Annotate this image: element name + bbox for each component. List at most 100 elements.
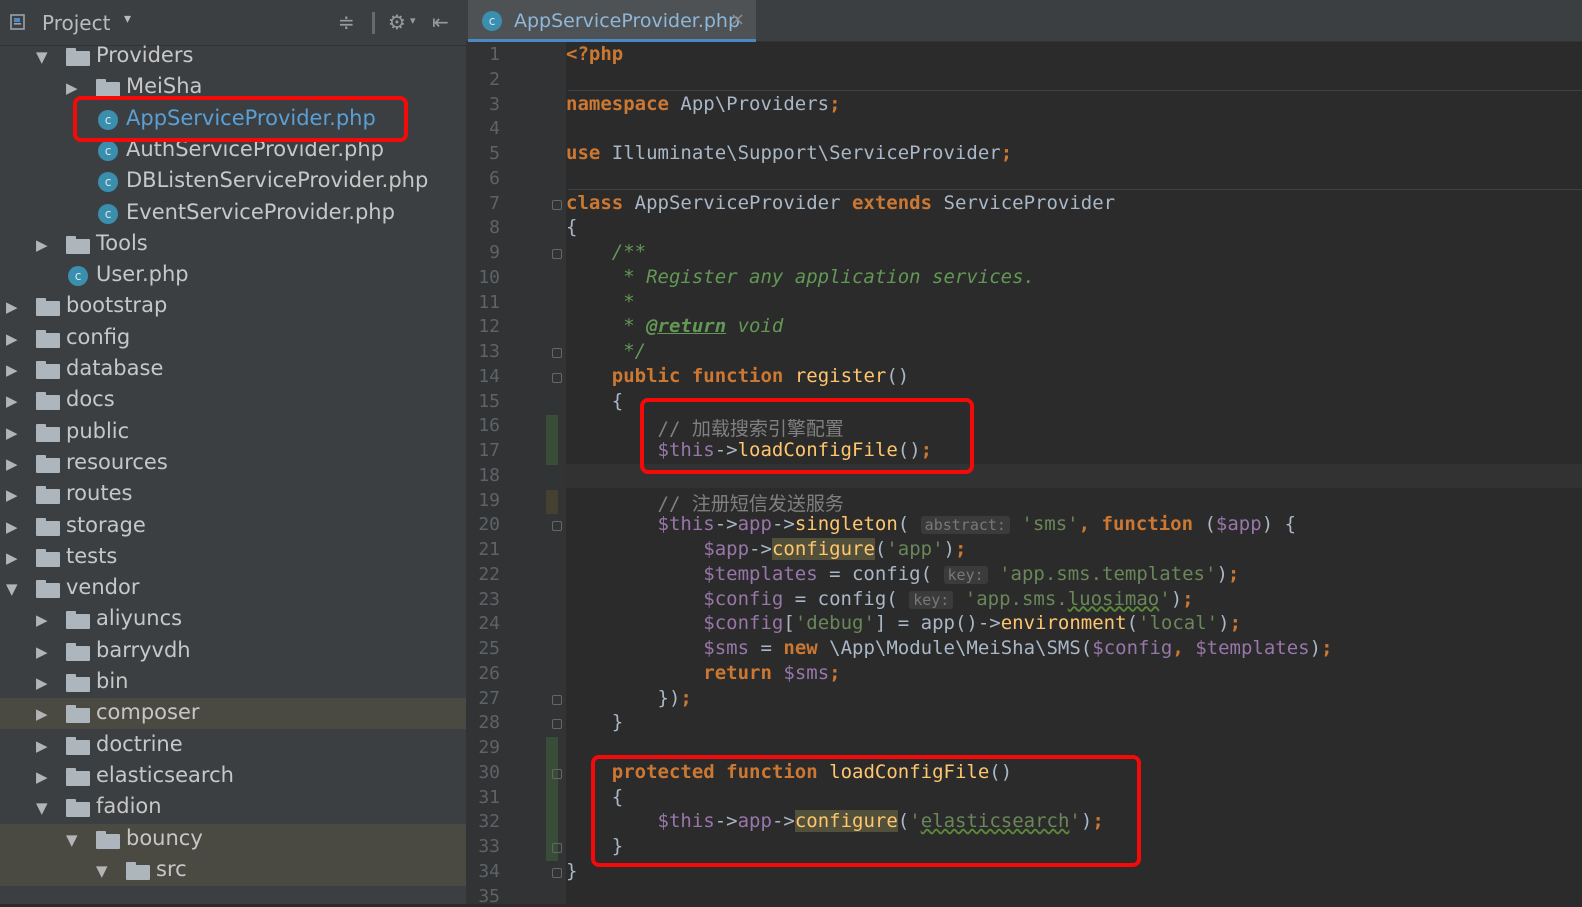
chevron-right-icon[interactable]: ▶: [36, 643, 48, 661]
chevron-right-icon[interactable]: ▶: [36, 236, 48, 254]
code-line[interactable]: $this->app->singleton( abstract: 'sms', …: [566, 513, 1297, 535]
chevron-down-icon[interactable]: ▼: [36, 799, 48, 817]
chevron-down-icon[interactable]: ▾: [410, 14, 416, 27]
code-line[interactable]: return $sms;: [566, 662, 840, 684]
code-line[interactable]: */: [566, 340, 646, 362]
tree-item[interactable]: ▼ vendor: [0, 573, 466, 604]
tree-item[interactable]: ▶ doctrine: [0, 730, 466, 761]
fold-marker-icon[interactable]: [552, 521, 562, 532]
fold-marker-icon[interactable]: [552, 199, 562, 210]
tree-item[interactable]: c User.php: [0, 260, 466, 291]
line-number: 10: [478, 266, 500, 288]
folder-icon: [36, 423, 60, 442]
fold-marker-icon[interactable]: [552, 719, 562, 730]
code-line[interactable]: $app->configure('app');: [566, 538, 966, 560]
chevron-down-icon[interactable]: ▼: [96, 862, 108, 880]
editor-tab-active[interactable]: c AppServiceProvider.php ×: [468, 0, 756, 42]
php-class-icon: c: [482, 11, 502, 31]
chevron-down-icon[interactable]: ▼: [66, 831, 78, 849]
tree-item-label: bouncy: [126, 825, 203, 850]
tree-item[interactable]: ▶ composer: [0, 698, 466, 730]
code-line[interactable]: *: [566, 291, 634, 313]
code-line[interactable]: <?php: [566, 43, 623, 65]
code-line[interactable]: {: [566, 216, 577, 238]
code-line[interactable]: $config = config( key: 'app.sms.luosimao…: [566, 588, 1193, 610]
chevron-down-icon[interactable]: ▾: [124, 11, 131, 27]
fold-marker-icon[interactable]: [552, 843, 562, 853]
code-line[interactable]: $templates = config( key: 'app.sms.templ…: [566, 563, 1239, 585]
tree-item[interactable]: ▼ Providers: [0, 41, 466, 72]
chevron-right-icon[interactable]: ▶: [6, 518, 18, 536]
code-line[interactable]: class AppServiceProvider extends Service…: [566, 192, 1115, 214]
chevron-right-icon[interactable]: ▶: [6, 486, 18, 504]
fold-marker-icon[interactable]: [552, 867, 562, 878]
chevron-right-icon[interactable]: ▶: [36, 768, 48, 786]
folder-icon: [36, 517, 60, 536]
tree-item[interactable]: ▶ storage: [0, 511, 466, 542]
code-line[interactable]: public function register(): [566, 365, 909, 387]
tree-item[interactable]: ▶ config: [0, 323, 466, 354]
line-number: 4: [489, 118, 500, 140]
fold-marker-icon[interactable]: [552, 249, 562, 259]
fold-marker-icon[interactable]: [552, 348, 562, 358]
code-line[interactable]: $config['debug'] = app()->environment('l…: [566, 612, 1241, 634]
tree-item[interactable]: ▼ bouncy: [0, 823, 466, 855]
hide-panel-icon[interactable]: ⇤: [432, 10, 449, 34]
chevron-right-icon[interactable]: ▶: [6, 361, 18, 379]
code-line[interactable]: use Illuminate\Support\ServiceProvider;: [566, 142, 1012, 164]
tree-item[interactable]: ▼ fadion: [0, 792, 466, 823]
tree-item[interactable]: ▶ elasticsearch: [0, 761, 466, 792]
chevron-down-icon[interactable]: ▼: [36, 48, 48, 66]
code-line[interactable]: * Register any application services.: [566, 266, 1035, 288]
tree-item[interactable]: ▶ docs: [0, 385, 466, 416]
fold-marker-icon[interactable]: [552, 768, 562, 779]
code-line[interactable]: * @return void: [566, 315, 783, 337]
fold-marker-icon[interactable]: [552, 694, 562, 705]
chevron-right-icon[interactable]: ▶: [6, 549, 18, 567]
chevron-right-icon[interactable]: ▶: [36, 674, 48, 692]
chevron-down-icon[interactable]: ▼: [6, 580, 18, 598]
code-line[interactable]: {: [566, 390, 623, 412]
tree-item[interactable]: ▶ Tools: [0, 229, 466, 260]
tree-item[interactable]: ▼ src: [0, 854, 466, 886]
code-line[interactable]: // 注册短信发送服务: [566, 489, 844, 516]
code-line[interactable]: }: [566, 860, 577, 882]
chevron-right-icon[interactable]: ▶: [66, 79, 78, 97]
chevron-right-icon[interactable]: ▶: [36, 705, 48, 723]
vcs-change-marker[interactable]: [546, 489, 558, 515]
tree-item[interactable]: ▶ routes: [0, 479, 466, 510]
code-line[interactable]: $sms = new \App\Module\MeiSha\SMS($confi…: [566, 637, 1332, 659]
editor-tabbar: c AppServiceProvider.php ×: [466, 0, 1582, 42]
chevron-right-icon[interactable]: ▶: [6, 330, 18, 348]
chevron-right-icon[interactable]: ▶: [6, 424, 18, 442]
project-panel-title[interactable]: Project: [42, 11, 110, 35]
chevron-right-icon[interactable]: ▶: [36, 737, 48, 755]
tree-item[interactable]: c DBListenServiceProvider.php: [0, 166, 466, 197]
tree-item[interactable]: ▶ bootstrap: [0, 291, 466, 322]
tree-item[interactable]: ▶ database: [0, 354, 466, 385]
line-number: 6: [489, 167, 500, 189]
vcs-change-marker[interactable]: [546, 415, 558, 465]
chevron-right-icon[interactable]: ▶: [6, 455, 18, 473]
code-line[interactable]: /**: [566, 241, 646, 263]
tree-item[interactable]: ▶ bin: [0, 667, 466, 698]
chevron-right-icon[interactable]: ▶: [36, 611, 48, 629]
folder-icon: [36, 361, 60, 379]
tree-item[interactable]: ▶ resources: [0, 448, 466, 479]
fold-marker-icon[interactable]: [552, 372, 562, 383]
chevron-right-icon[interactable]: ▶: [6, 392, 18, 410]
tree-item[interactable]: c EventServiceProvider.php: [0, 198, 466, 229]
chevron-right-icon[interactable]: ▶: [6, 298, 18, 316]
close-icon[interactable]: ×: [730, 9, 745, 30]
code-line[interactable]: }: [566, 711, 623, 733]
code-line[interactable]: namespace App\Providers;: [566, 93, 841, 115]
tree-item[interactable]: ▶ barryvdh: [0, 636, 466, 667]
tree-item[interactable]: ▶ tests: [0, 542, 466, 573]
line-number: 8: [489, 217, 500, 239]
tree-item[interactable]: ▶ aliyuncs: [0, 604, 466, 635]
folder-icon: [66, 705, 90, 724]
code-line[interactable]: });: [566, 687, 692, 709]
tree-item[interactable]: ▶ public: [0, 417, 466, 448]
gear-icon[interactable]: ⚙: [388, 10, 406, 34]
collapse-all-icon[interactable]: ≑: [338, 10, 355, 34]
